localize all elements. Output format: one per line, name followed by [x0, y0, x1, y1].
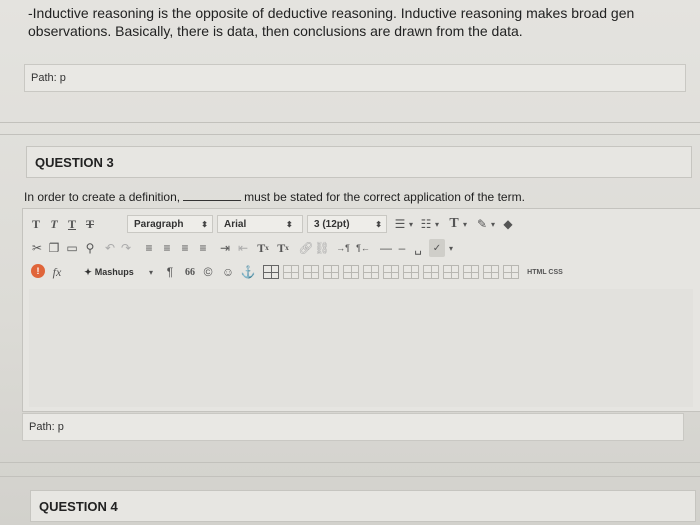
- table-row-after-icon[interactable]: [303, 265, 319, 279]
- find-icon[interactable]: ⚲: [83, 239, 97, 257]
- question-3-title: QUESTION 3: [35, 155, 114, 170]
- question-4-header: QUESTION 4: [30, 490, 696, 522]
- outdent-icon[interactable]: ⇤: [235, 239, 251, 257]
- align-left-icon[interactable]: ≡: [141, 239, 157, 257]
- error-icon[interactable]: !: [31, 264, 45, 278]
- chevron-down-icon[interactable]: ▾: [447, 239, 455, 257]
- chevron-down-icon[interactable]: ▾: [461, 215, 469, 233]
- bullet-list-icon[interactable]: ☰: [393, 215, 407, 233]
- previous-answer-text: -Inductive reasoning is the opposite of …: [28, 4, 700, 40]
- subscript-mark: x: [285, 244, 289, 252]
- paragraph-format-value: Paragraph: [134, 218, 184, 230]
- mashups-icon: ✦: [84, 266, 92, 277]
- numbered-list-icon[interactable]: ☷: [419, 215, 433, 233]
- align-justify-icon[interactable]: ≡: [195, 239, 211, 257]
- align-right-icon[interactable]: ≡: [177, 239, 193, 257]
- table-split-icon[interactable]: [443, 265, 459, 279]
- table-cell-props-icon[interactable]: [403, 265, 419, 279]
- highlight-pen-icon[interactable]: ✎: [475, 215, 489, 233]
- formula-icon[interactable]: fx: [49, 263, 65, 281]
- superscript-button[interactable]: Tx: [255, 239, 271, 257]
- font-size-value: 3 (12pt): [314, 218, 350, 230]
- nonbreaking-space-icon[interactable]: ␣: [411, 239, 425, 257]
- subscript-button[interactable]: Tx: [275, 239, 291, 257]
- redo-icon[interactable]: ↷: [119, 239, 133, 257]
- table-delete-icon[interactable]: [483, 265, 499, 279]
- page: -Inductive reasoning is the opposite of …: [0, 0, 700, 525]
- rich-text-editor: T T T T Paragraph ⬍ Arial ⬍ 3 (12pt) ⬍ ☰…: [22, 208, 700, 412]
- editor-toolbar-row-3: ! fx ✦ Mashups ▾ ¶ 66 © ☺ ⚓ HTML CSS: [23, 261, 700, 283]
- answer-line-1: -Inductive reasoning is the opposite of …: [28, 5, 635, 21]
- copy-icon[interactable]: ❐: [47, 239, 61, 257]
- question-4-title: QUESTION 4: [39, 499, 118, 514]
- chevron-down-icon[interactable]: ▾: [407, 215, 415, 233]
- superscript-label: T: [257, 240, 266, 255]
- table-delete-row-icon[interactable]: [323, 265, 339, 279]
- paragraph-format-select[interactable]: Paragraph ⬍: [127, 215, 213, 233]
- divider: [0, 476, 700, 477]
- spellcheck-icon[interactable]: ✓: [429, 239, 445, 257]
- horizontal-line-icon[interactable]: —: [379, 239, 393, 257]
- blockquote-icon[interactable]: 66: [183, 263, 197, 281]
- insert-table-icon[interactable]: [263, 265, 279, 279]
- divider: [0, 122, 700, 123]
- font-family-value: Arial: [224, 218, 247, 230]
- chevron-down-icon[interactable]: ▾: [433, 215, 441, 233]
- link-icon[interactable]: 🔗︎: [298, 239, 313, 257]
- editor-content-area[interactable]: [29, 289, 693, 407]
- select-arrows-icon: ⬍: [201, 219, 208, 229]
- editor-toolbar-row-2: ✂ ❐ ▭ ⚲ ↶ ↷ ≡ ≡ ≡ ≡ ⇥ ⇤ Tx Tx 🔗︎ ⛓ →¶ ¶←…: [23, 237, 700, 259]
- undo-icon[interactable]: ↶: [103, 239, 117, 257]
- strikethrough-button[interactable]: T: [83, 215, 97, 233]
- superscript-mark: x: [265, 244, 269, 252]
- rtl-direction-icon[interactable]: ¶←: [355, 239, 371, 257]
- table-merge-icon[interactable]: [423, 265, 439, 279]
- ltr-direction-icon[interactable]: →¶: [335, 239, 351, 257]
- answer-line-2: observations. Basically, there is data, …: [28, 23, 523, 39]
- cut-icon[interactable]: ✂: [29, 239, 45, 257]
- prompt-text-before: In order to create a definition,: [24, 190, 181, 204]
- editor-toolbar-row-1: T T T T Paragraph ⬍ Arial ⬍ 3 (12pt) ⬍ ☰…: [23, 213, 700, 235]
- copyright-icon[interactable]: ©: [201, 263, 215, 281]
- mashups-button[interactable]: ✦ Mashups: [75, 263, 143, 281]
- font-family-select[interactable]: Arial ⬍: [217, 215, 303, 233]
- unlink-icon[interactable]: ⛓: [314, 239, 329, 257]
- font-size-select[interactable]: 3 (12pt) ⬍: [307, 215, 387, 233]
- select-arrows-icon: ⬍: [375, 219, 382, 229]
- text-color-button[interactable]: T: [447, 215, 461, 233]
- subscript-label: T: [277, 240, 286, 255]
- table-row-before-icon[interactable]: [283, 265, 299, 279]
- indent-icon[interactable]: ⇥: [217, 239, 233, 257]
- table-border-icon[interactable]: [503, 265, 519, 279]
- mashups-label: Mashups: [94, 267, 134, 277]
- question-3-header: QUESTION 3: [26, 146, 692, 178]
- paragraph-mark-icon[interactable]: ¶: [163, 263, 177, 281]
- italic-button[interactable]: T: [47, 215, 61, 233]
- divider: [0, 134, 700, 135]
- paste-icon[interactable]: ▭: [65, 239, 79, 257]
- html-css-button[interactable]: HTML CSS: [525, 263, 565, 281]
- chevron-down-icon[interactable]: ▾: [147, 263, 155, 281]
- question-3-prompt: In order to create a definition, must be …: [24, 190, 525, 204]
- chevron-down-icon[interactable]: ▾: [489, 215, 497, 233]
- path-label: Path: p: [29, 421, 64, 433]
- align-center-icon[interactable]: ≡: [159, 239, 175, 257]
- eraser-icon[interactable]: ◆: [501, 215, 515, 233]
- divider: [0, 462, 700, 463]
- table-delete-col-icon[interactable]: [383, 265, 399, 279]
- prompt-text-after: must be stated for the correct applicati…: [244, 190, 525, 204]
- path-bar-1: Path: p: [24, 64, 686, 92]
- select-arrows-icon: ⬍: [286, 219, 293, 229]
- table-col-before-icon[interactable]: [343, 265, 359, 279]
- anchor-icon[interactable]: ⚓: [241, 263, 256, 281]
- table-col-after-icon[interactable]: [363, 265, 379, 279]
- table-props-icon[interactable]: [463, 265, 479, 279]
- path-label: Path: p: [31, 72, 66, 84]
- bold-button[interactable]: T: [29, 215, 43, 233]
- fill-in-blank: [183, 190, 242, 201]
- emoji-icon[interactable]: ☺: [221, 263, 235, 281]
- dash-icon[interactable]: –: [395, 239, 409, 257]
- underline-button[interactable]: T: [65, 215, 79, 233]
- path-bar-2: Path: p: [22, 413, 684, 441]
